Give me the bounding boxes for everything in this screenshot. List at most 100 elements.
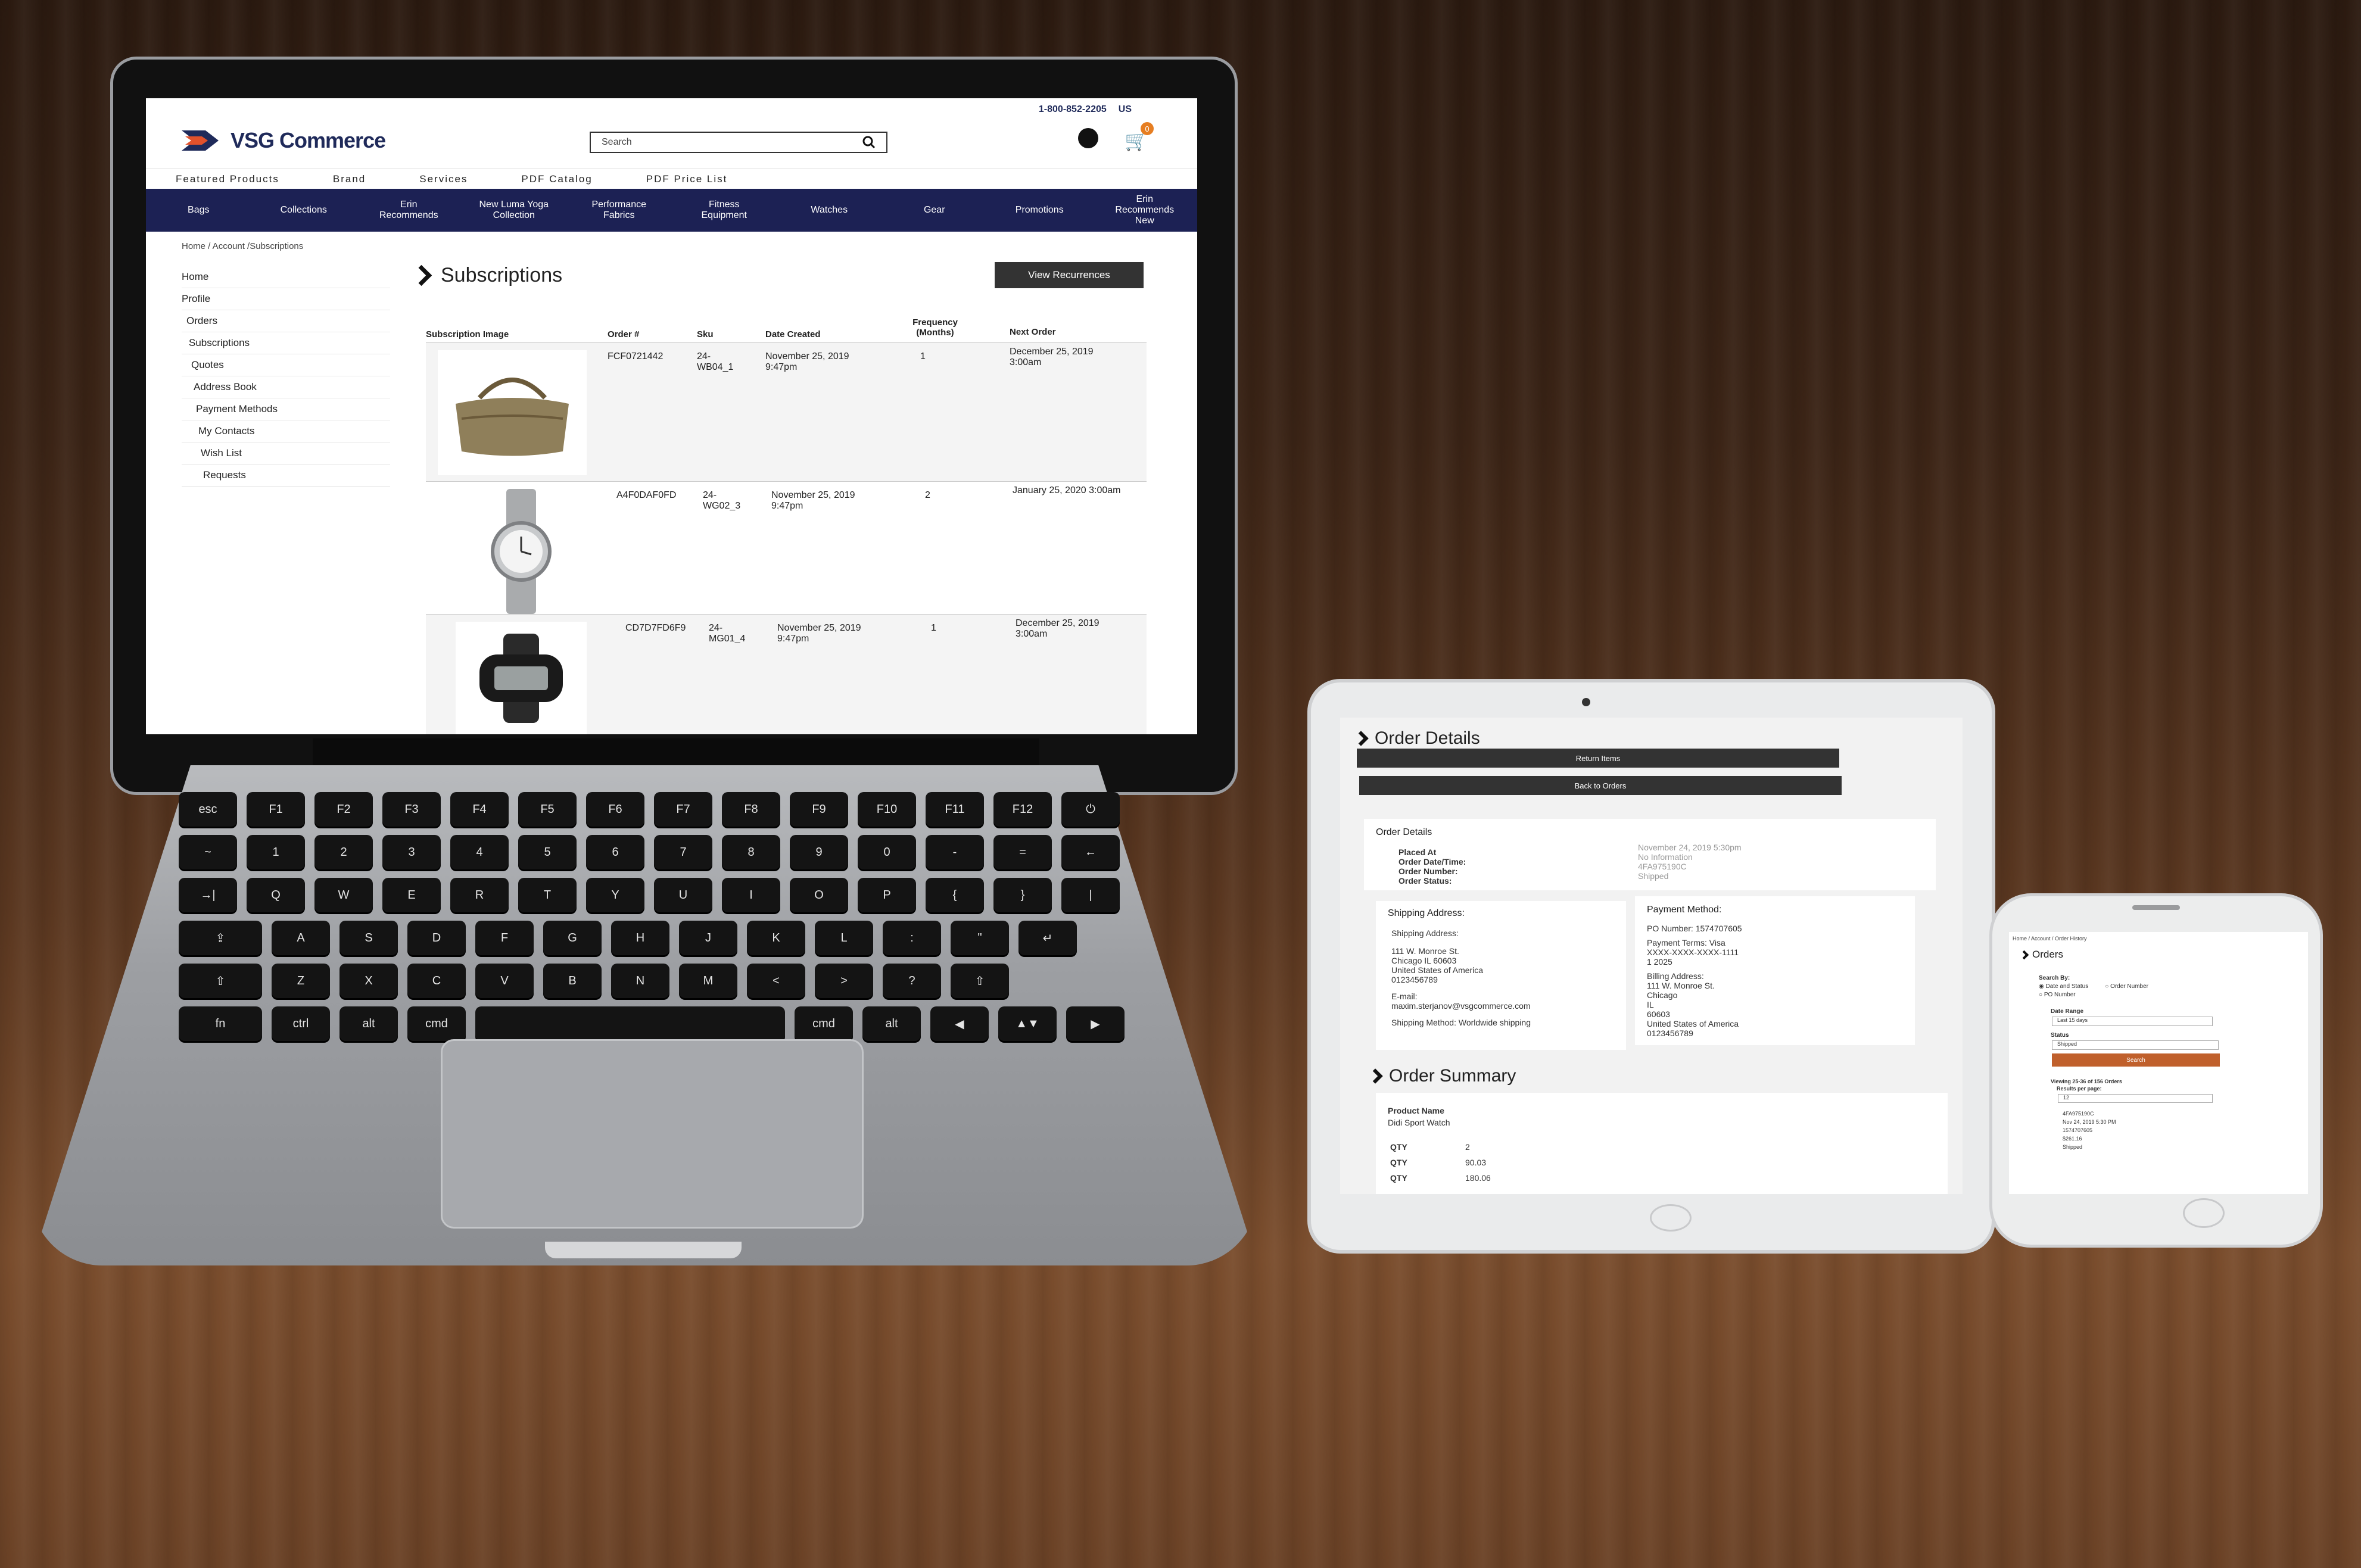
subnav-pdf-catalog[interactable]: PDF Catalog bbox=[468, 169, 592, 189]
phone-breadcrumb[interactable]: Home / Account / Order History bbox=[2013, 936, 2087, 942]
shipping-lines: Shipping Address: 111 W. Monroe St. Chic… bbox=[1391, 928, 1531, 1027]
sidebar-item-address-book[interactable]: Address Book bbox=[182, 376, 390, 398]
nav-promotions[interactable]: Promotions bbox=[1001, 205, 1078, 216]
keyboard-key: X bbox=[339, 964, 398, 998]
keyboard-key: } bbox=[993, 878, 1052, 912]
results-per-page-select[interactable]: 12 bbox=[2058, 1094, 2213, 1103]
account-icon[interactable] bbox=[1078, 128, 1098, 148]
radio-date-status[interactable]: ◉ Date and Status bbox=[2039, 983, 2088, 990]
next-order: December 25, 2019 3:00am bbox=[1016, 618, 1099, 639]
sidebar-item-payment-methods[interactable]: Payment Methods bbox=[182, 398, 390, 420]
status-select[interactable]: Shipped bbox=[2052, 1040, 2219, 1050]
order-details-panel: Order Details Placed At Order Date/Time:… bbox=[1364, 819, 1936, 890]
order-list-item[interactable]: 4FA975190C Nov 24, 2019 5:30 PM 15747076… bbox=[2063, 1109, 2116, 1151]
sidebar-item-subscriptions[interactable]: Subscriptions bbox=[182, 332, 390, 354]
nav-collections[interactable]: Collections bbox=[265, 205, 342, 216]
return-items-button[interactable]: Return Items bbox=[1357, 749, 1839, 768]
shipping-email[interactable]: maxim.sterjanov@vsgcommerce.com bbox=[1391, 1001, 1531, 1011]
nav-new-luma-yoga[interactable]: New Luma Yoga Collection bbox=[475, 199, 553, 221]
keyboard-key: Q bbox=[247, 878, 305, 912]
product-thumbnail-metal-watch[interactable] bbox=[447, 489, 596, 614]
radio-order-number[interactable]: ○ Order Number bbox=[2105, 983, 2148, 990]
date-range-select[interactable]: Last 15 days bbox=[2052, 1017, 2213, 1026]
nav-erin-recommends-new[interactable]: Erin Recommends New bbox=[1106, 194, 1183, 226]
keyboard-key: J bbox=[679, 921, 737, 955]
sidebar-item-orders[interactable]: Orders bbox=[182, 310, 390, 332]
subnav-featured-products[interactable]: Featured Products bbox=[146, 169, 279, 189]
chevron-right-icon bbox=[410, 264, 432, 286]
nav-fitness-equipment[interactable]: Fitness Equipment bbox=[686, 199, 763, 221]
subnav-pdf-price-list[interactable]: PDF Price List bbox=[593, 169, 728, 189]
payment-line: 1 2025 bbox=[1647, 957, 1672, 967]
frequency: 2 bbox=[925, 490, 930, 500]
keyboard-key: Y bbox=[586, 878, 644, 912]
nav-bags[interactable]: Bags bbox=[160, 205, 237, 216]
billing-line: Chicago bbox=[1647, 990, 1678, 1000]
brand-logo[interactable]: VSG Commerce bbox=[182, 128, 386, 153]
date-created: November 25, 2019 9:47pm bbox=[765, 351, 849, 372]
order-summary-title: Order Summary bbox=[1368, 1066, 1516, 1086]
table-row[interactable]: CD7D7FD6F9 24-MG01_4 November 25, 2019 9… bbox=[426, 614, 1147, 734]
order-status: Shipped bbox=[2063, 1144, 2083, 1150]
order-number[interactable]: FCF0721442 bbox=[608, 351, 663, 362]
product-thumbnail-bag[interactable] bbox=[438, 350, 587, 475]
cart-count-badge: 0 bbox=[1141, 122, 1154, 135]
details-heading: Order Details bbox=[1376, 827, 1432, 837]
radio-po-number[interactable]: ○ PO Number bbox=[2039, 992, 2076, 998]
keyboard-key: ▲▼ bbox=[998, 1006, 1057, 1041]
payment-line: PO Number: 1574707605 bbox=[1647, 924, 1742, 933]
tablet-home-button[interactable] bbox=[1650, 1204, 1692, 1232]
search-button[interactable]: Search bbox=[2052, 1053, 2220, 1067]
sidebar-item-requests[interactable]: Requests bbox=[182, 465, 390, 487]
chevron-right-icon bbox=[2019, 950, 2029, 959]
subnav-brand[interactable]: Brand bbox=[279, 169, 366, 189]
keyboard-key: alt bbox=[339, 1006, 398, 1041]
sidebar-item-my-contacts[interactable]: My Contacts bbox=[182, 420, 390, 442]
sidebar-item-profile[interactable]: Profile bbox=[182, 288, 390, 310]
keyboard-key: W bbox=[314, 878, 373, 912]
keyboard-key: G bbox=[543, 921, 602, 955]
keyboard-key: esc bbox=[179, 792, 237, 827]
subnav-services[interactable]: Services bbox=[366, 169, 468, 189]
search-input[interactable]: Search bbox=[590, 132, 887, 153]
sidebar-item-wish-list[interactable]: Wish List bbox=[182, 442, 390, 465]
chevron-right-icon bbox=[1368, 1068, 1383, 1084]
order-number[interactable]: A4F0DAF0FD bbox=[616, 490, 676, 501]
orders-title-text: Orders bbox=[2032, 949, 2063, 960]
keyboard-key: 8 bbox=[722, 835, 780, 869]
order-number-value: 4FA975190C bbox=[1638, 862, 1687, 871]
order-summary-panel: Product Name Didi Sport Watch QTY QTY QT… bbox=[1376, 1093, 1948, 1194]
order-details-title: Order Details bbox=[1353, 728, 1480, 749]
nav-erin-recommends[interactable]: Erin Recommends bbox=[370, 199, 447, 221]
order-number[interactable]: 4FA975190C bbox=[2063, 1109, 2116, 1118]
nav-gear[interactable]: Gear bbox=[896, 205, 973, 216]
radio-order-number-label: Order Number bbox=[2110, 983, 2148, 990]
product-thumbnail-digital-watch[interactable] bbox=[456, 622, 587, 734]
date-created: November 25, 2019 9:47pm bbox=[777, 623, 861, 644]
phone-number[interactable]: 1-800-852-2205 bbox=[1039, 104, 1107, 115]
nav-watches[interactable]: Watches bbox=[790, 205, 868, 216]
region-selector[interactable]: US bbox=[1119, 104, 1132, 115]
keyboard-key: K bbox=[747, 921, 805, 955]
table-row[interactable]: FCF0721442 24-WB04_1 November 25, 2019 9… bbox=[426, 342, 1147, 481]
sidebar-item-home[interactable]: Home bbox=[182, 266, 390, 288]
nav-performance-fabrics[interactable]: Performance Fabrics bbox=[580, 199, 658, 221]
keyboard-key: ◀ bbox=[930, 1006, 989, 1041]
search-icon[interactable] bbox=[862, 136, 876, 149]
keyboard-key: Z bbox=[272, 964, 330, 998]
keyboard-key: F8 bbox=[722, 792, 780, 827]
breadcrumb[interactable]: Home / Account /Subscriptions bbox=[182, 241, 303, 251]
shipping-method: Shipping Method: Worldwide shipping bbox=[1391, 1018, 1531, 1027]
keyboard-key: ~ bbox=[179, 835, 237, 869]
keyboard-key: F1 bbox=[247, 792, 305, 827]
view-recurrences-button[interactable]: View Recurrences bbox=[995, 262, 1144, 288]
phone-home-button[interactable] bbox=[2183, 1198, 2225, 1228]
keyboard-key: ctrl bbox=[272, 1006, 330, 1041]
back-to-orders-button[interactable]: Back to Orders bbox=[1359, 776, 1842, 795]
table-row[interactable]: A4F0DAF0FD 24-WG02_3 November 25, 2019 9… bbox=[426, 481, 1147, 614]
order-number[interactable]: CD7D7FD6F9 bbox=[625, 623, 686, 634]
keyboard-key: L bbox=[815, 921, 873, 955]
sidebar-item-quotes[interactable]: Quotes bbox=[182, 354, 390, 376]
product-name-value[interactable]: Didi Sport Watch bbox=[1388, 1118, 1450, 1127]
keyboard-key: C bbox=[407, 964, 466, 998]
